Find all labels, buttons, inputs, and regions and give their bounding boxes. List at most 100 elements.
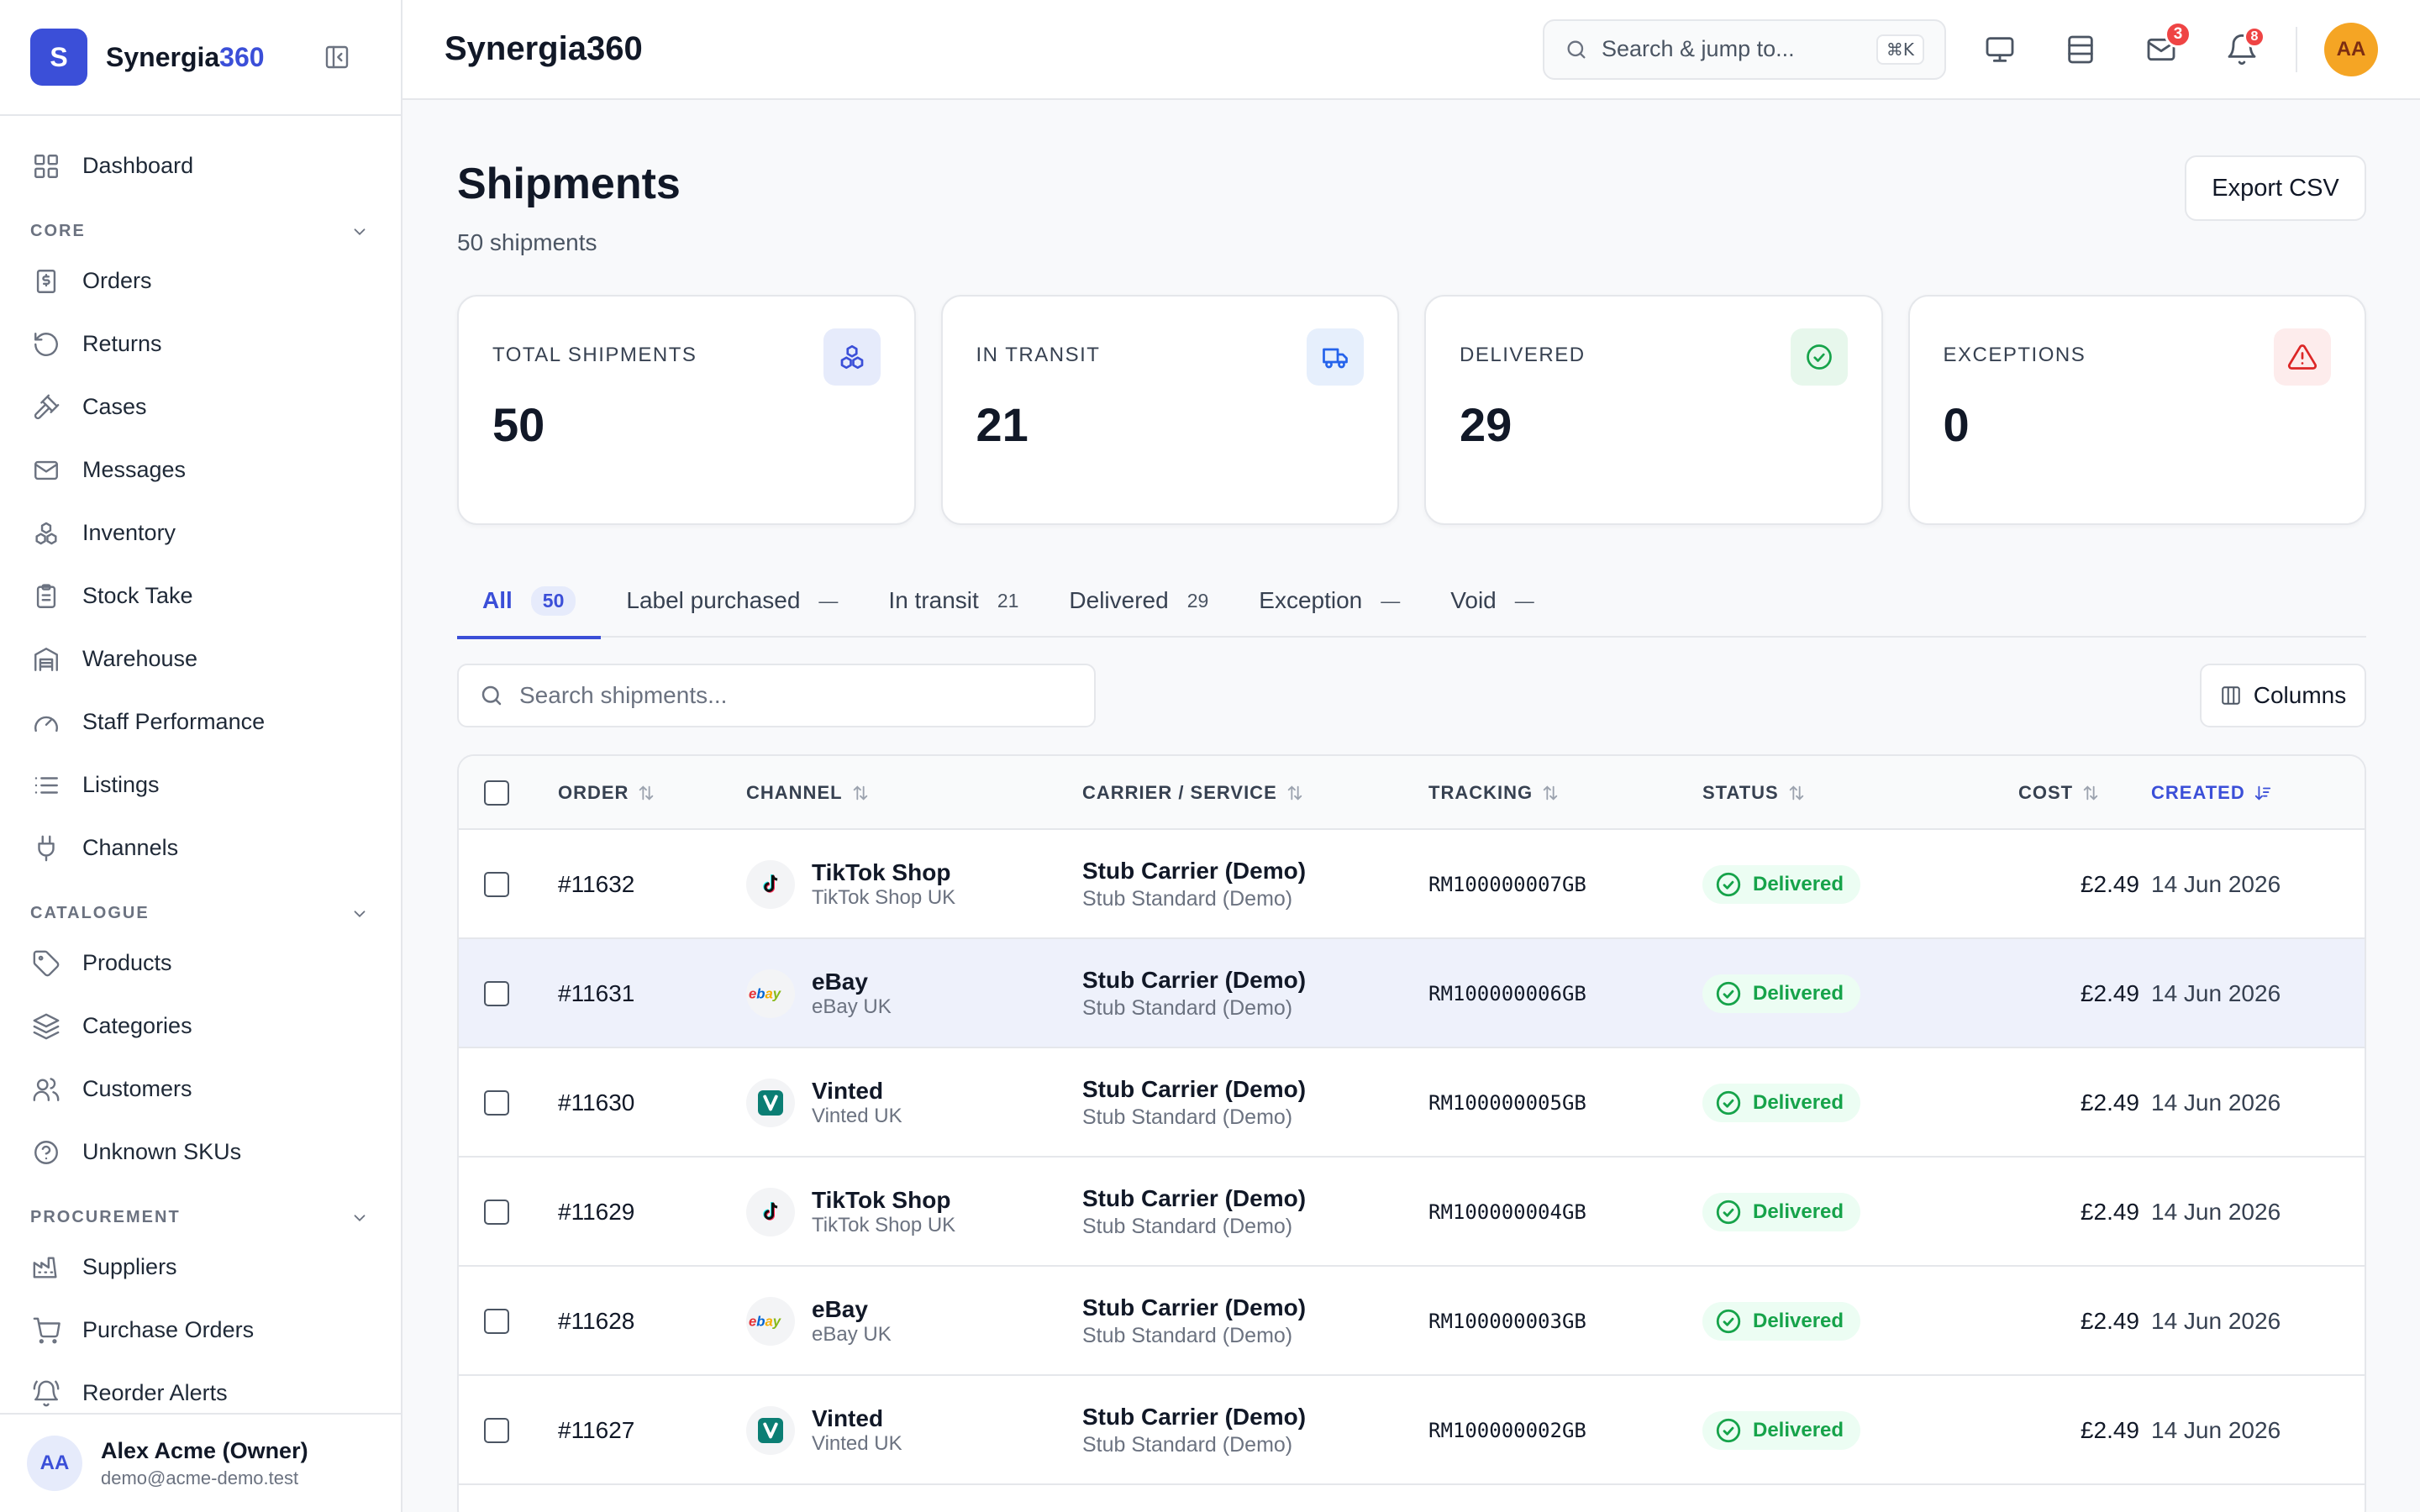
layout-list-icon[interactable]	[2064, 33, 2097, 66]
inbox-icon[interactable]: 3	[2144, 20, 2191, 66]
order-cell: #11632	[558, 830, 634, 939]
tab-count: —	[818, 589, 839, 612]
sidebar-item-unknown-skus[interactable]: Unknown SKUs	[0, 1121, 401, 1184]
user-footer[interactable]: AA Alex Acme (Owner) demo@acme-demo.test	[0, 1413, 401, 1512]
sidebar-item-suppliers[interactable]: Suppliers	[0, 1236, 401, 1299]
sidebar-item-products[interactable]: Products	[0, 932, 401, 995]
tab-all[interactable]: All 50	[457, 564, 602, 639]
brand-name[interactable]: Synergia360	[106, 42, 265, 73]
sidebar-item-inventory[interactable]: Inventory	[0, 501, 401, 564]
row-checkbox[interactable]	[484, 1200, 509, 1225]
row-checkbox[interactable]	[484, 1090, 509, 1116]
row-checkbox[interactable]	[484, 1418, 509, 1443]
tab-label: Void	[1450, 587, 1497, 613]
sidebar-item-warehouse[interactable]: Warehouse	[0, 627, 401, 690]
sidebar-item-cases[interactable]: Cases	[0, 375, 401, 438]
row-select-cell	[484, 1376, 509, 1485]
order-number[interactable]: #11628	[558, 1308, 634, 1335]
channel-cell: Vinted Vinted UK	[746, 1048, 902, 1158]
channel-text: Vinted Vinted UK	[812, 1078, 902, 1128]
brand-name-main: Synergia	[106, 41, 220, 72]
tab-exception[interactable]: Exception —	[1234, 564, 1425, 638]
tracking-number[interactable]: RM100000006GB	[1428, 982, 1586, 1005]
sidebar-item-customers[interactable]: Customers	[0, 1058, 401, 1121]
table-row[interactable]: #11630 Vinted Vinted UK Stub Carrier (Demo)…	[459, 1048, 2365, 1158]
row-checkbox[interactable]	[484, 981, 509, 1006]
tab-label: Delivered	[1069, 587, 1169, 613]
cost-cell: £2.49	[2039, 1267, 2139, 1376]
sidebar-item-stock-take[interactable]: Stock Take	[0, 564, 401, 627]
table-row[interactable]: #11629 TikTok Shop TikTok Shop UK Stub Carr…	[459, 1158, 2365, 1267]
table-row[interactable]: #11632 TikTok Shop TikTok Shop UK Stub Carr…	[459, 830, 2365, 939]
user-avatar: AA	[27, 1436, 82, 1491]
shipments-table: ORDER CHANNEL CARRIER / SERVICE TRACKING…	[457, 754, 2366, 1512]
select-all-checkbox[interactable]	[484, 780, 509, 806]
channel-text: TikTok Shop TikTok Shop UK	[812, 859, 955, 910]
tracking-number[interactable]: RM100000004GB	[1428, 1200, 1586, 1224]
cost-value: £2.49	[2080, 871, 2139, 897]
tab-delivered[interactable]: Delivered 29	[1044, 564, 1234, 638]
col-channel[interactable]: CHANNEL	[746, 756, 870, 830]
stat-card-in-transit: IN TRANSIT 21	[940, 295, 1399, 525]
row-checkbox[interactable]	[484, 872, 509, 897]
sidebar-item-messages[interactable]: Messages	[0, 438, 401, 501]
sidebar-item-orders[interactable]: Orders	[0, 249, 401, 312]
status-badge: Delivered	[1702, 1193, 1861, 1231]
sidebar-item-categories[interactable]: Categories	[0, 995, 401, 1058]
columns-button[interactable]: Columns	[2200, 664, 2366, 727]
row-checkbox[interactable]	[484, 1309, 509, 1334]
bell-icon[interactable]: 8	[2225, 25, 2265, 66]
sidebar-section-catalogue[interactable]: CATALOGUE	[0, 879, 401, 932]
order-number[interactable]: #11631	[558, 980, 634, 1007]
brand-logo[interactable]: S	[30, 29, 87, 86]
export-csv-button[interactable]: Export CSV	[2185, 155, 2366, 221]
chevron-down-icon	[350, 905, 369, 923]
sidebar-section-core[interactable]: CORE	[0, 197, 401, 249]
tab-label-purchased[interactable]: Label purchased —	[601, 564, 863, 638]
cost-value: £2.49	[2080, 1308, 2139, 1334]
stat-label: IN TRANSIT	[976, 344, 1101, 366]
col-carrier[interactable]: CARRIER / SERVICE	[1082, 756, 1304, 830]
tracking-number[interactable]: RM100000005GB	[1428, 1091, 1586, 1115]
sidebar-section-procurement[interactable]: PROCUREMENT	[0, 1184, 401, 1236]
created-date: 14 Jun 2026	[2151, 1308, 2281, 1334]
global-search-input[interactable]: Search & jump to... ⌘K	[1543, 18, 1946, 80]
sidebar-item-purchase-orders[interactable]: Purchase Orders	[0, 1299, 401, 1362]
table-row[interactable]: #11628 ebay eBay eBay UK Stub Carrier (Demo)…	[459, 1267, 2365, 1376]
shipment-search-input[interactable]: Search shipments...	[457, 664, 1096, 727]
status-badge: Delivered	[1702, 974, 1861, 1013]
sidebar-item-staff-performance[interactable]: Staff Performance	[0, 690, 401, 753]
channel-name: eBay	[812, 969, 868, 995]
monitor-icon[interactable]	[1983, 33, 2017, 66]
shipment-search-placeholder: Search shipments...	[519, 682, 728, 708]
order-number[interactable]: #11629	[558, 1199, 634, 1226]
col-status[interactable]: STATUS	[1702, 756, 1806, 830]
table-row[interactable]: #11627 Vinted Vinted UK Stub Carrier (Demo)…	[459, 1376, 2365, 1485]
carrier-cell: Stub Carrier (Demo) Stub Standard (Demo)	[1082, 830, 1306, 939]
col-cost[interactable]: COST	[2018, 756, 2100, 830]
sidebar-item-listings[interactable]: Listings	[0, 753, 401, 816]
col-created[interactable]: CREATED	[2151, 756, 2272, 830]
table-row[interactable]: #11631 ebay eBay eBay UK Stub Carrier (Demo)…	[459, 939, 2365, 1048]
boxes-icon	[32, 519, 60, 548]
sidebar-item-dashboard[interactable]: Dashboard	[0, 134, 401, 197]
cost-cell: £2.49	[2039, 1376, 2139, 1485]
order-number[interactable]: #11627	[558, 1417, 634, 1444]
sidebar-collapse-icon[interactable]	[324, 44, 350, 71]
tracking-number[interactable]: RM100000002GB	[1428, 1419, 1586, 1442]
boxes-icon	[823, 328, 881, 386]
sidebar-item-label: Staff Performance	[82, 709, 266, 734]
sidebar-item-channels[interactable]: Channels	[0, 816, 401, 879]
tab-in-transit[interactable]: In transit 21	[863, 564, 1044, 638]
col-order[interactable]: ORDER	[558, 756, 655, 830]
tab-void[interactable]: Void —	[1425, 564, 1560, 638]
col-tracking[interactable]: TRACKING	[1428, 756, 1560, 830]
account-avatar[interactable]: AA	[2324, 22, 2378, 76]
order-number[interactable]: #11632	[558, 871, 634, 898]
carrier-text: Stub Carrier (Demo) Stub Standard (Demo)	[1082, 1294, 1306, 1349]
tracking-number[interactable]: RM100000007GB	[1428, 873, 1586, 896]
tab-count: 21	[997, 589, 1019, 612]
tracking-number[interactable]: RM100000003GB	[1428, 1310, 1586, 1333]
order-number[interactable]: #11630	[558, 1089, 634, 1116]
sidebar-item-returns[interactable]: Returns	[0, 312, 401, 375]
